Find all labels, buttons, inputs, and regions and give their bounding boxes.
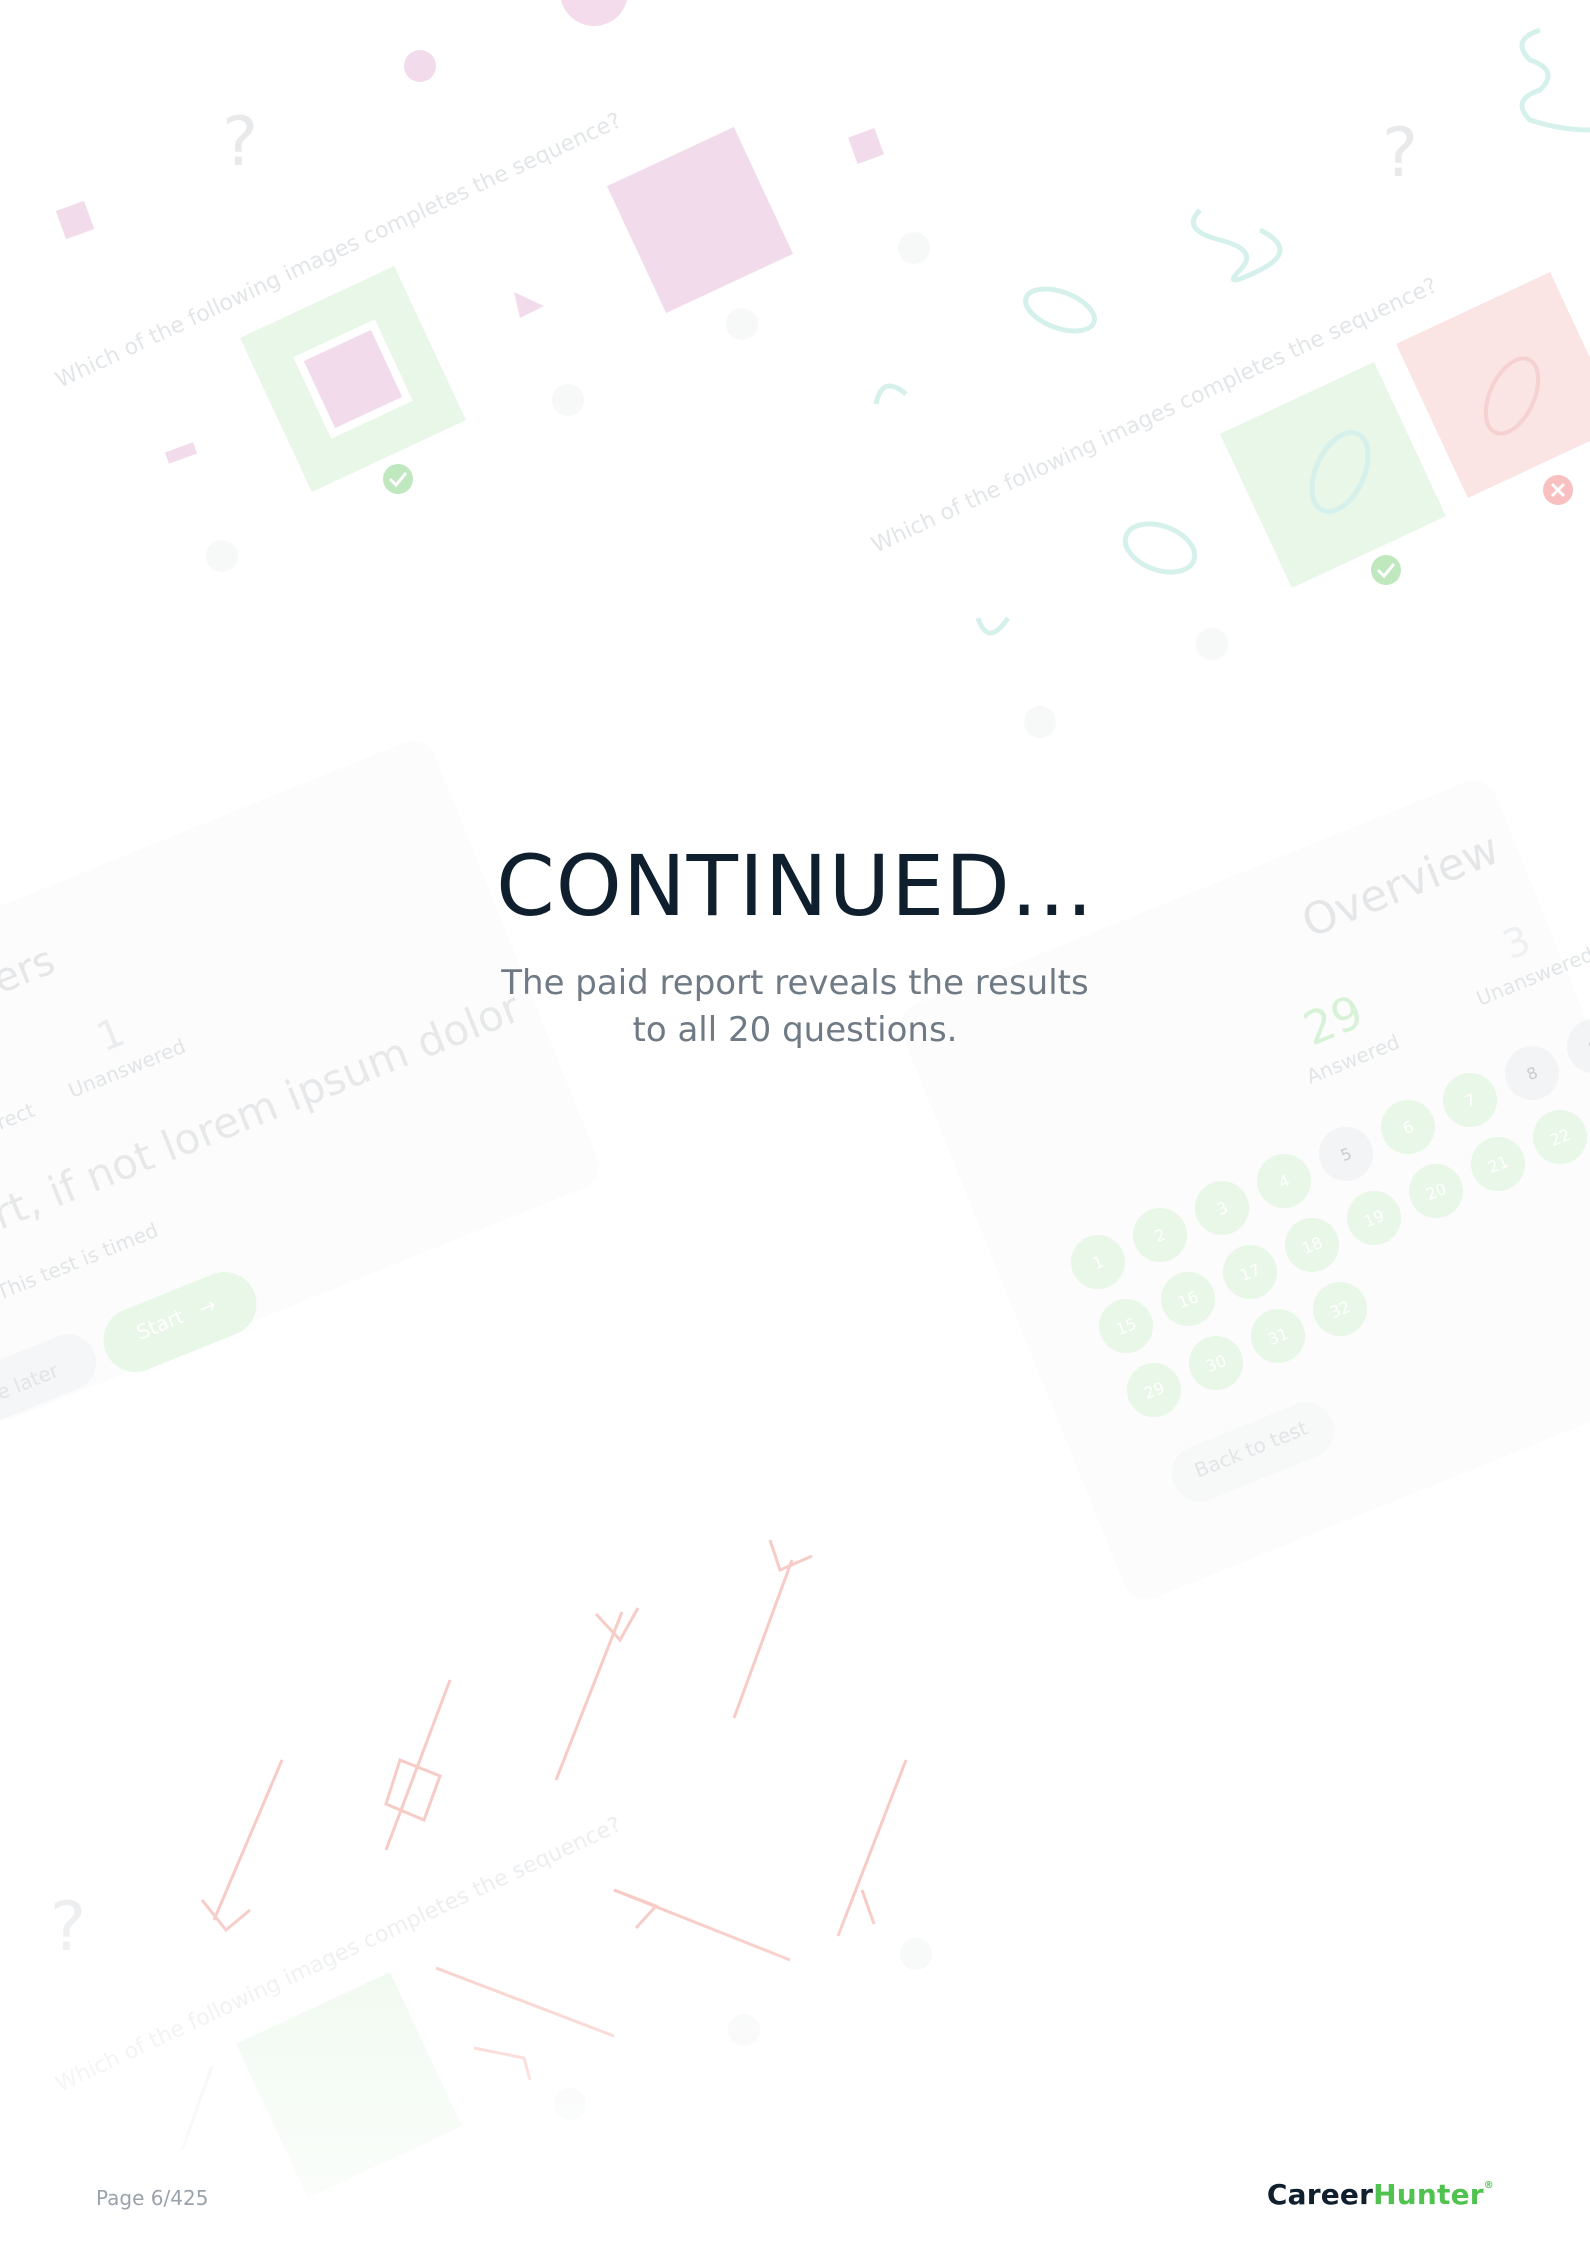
page-number: Page 6/425 — [96, 2186, 209, 2210]
brand-name-part2: Hunter — [1373, 2178, 1484, 2211]
page-subtitle: The paid report reveals the results to a… — [501, 963, 1089, 1051]
question-mark-icon: ? — [1382, 114, 1418, 193]
brand-logo: CareerHunter® — [1267, 2178, 1494, 2211]
question-mark-icon: ? — [222, 103, 258, 182]
brand-name-part1: Career — [1266, 2178, 1374, 2211]
background-decoration: ? Which of the following images complete… — [0, 0, 1590, 2246]
continued-section: CONTINUED... The paid report reveals the… — [0, 840, 1590, 1054]
page-title: CONTINUED... — [496, 837, 1094, 935]
registered-mark: ® — [1483, 2180, 1494, 2191]
question-panel-top-right: ? Which of the following images complete… — [868, 27, 1590, 738]
question-panel-top-left: ? Which of the following images complete… — [52, 0, 930, 572]
